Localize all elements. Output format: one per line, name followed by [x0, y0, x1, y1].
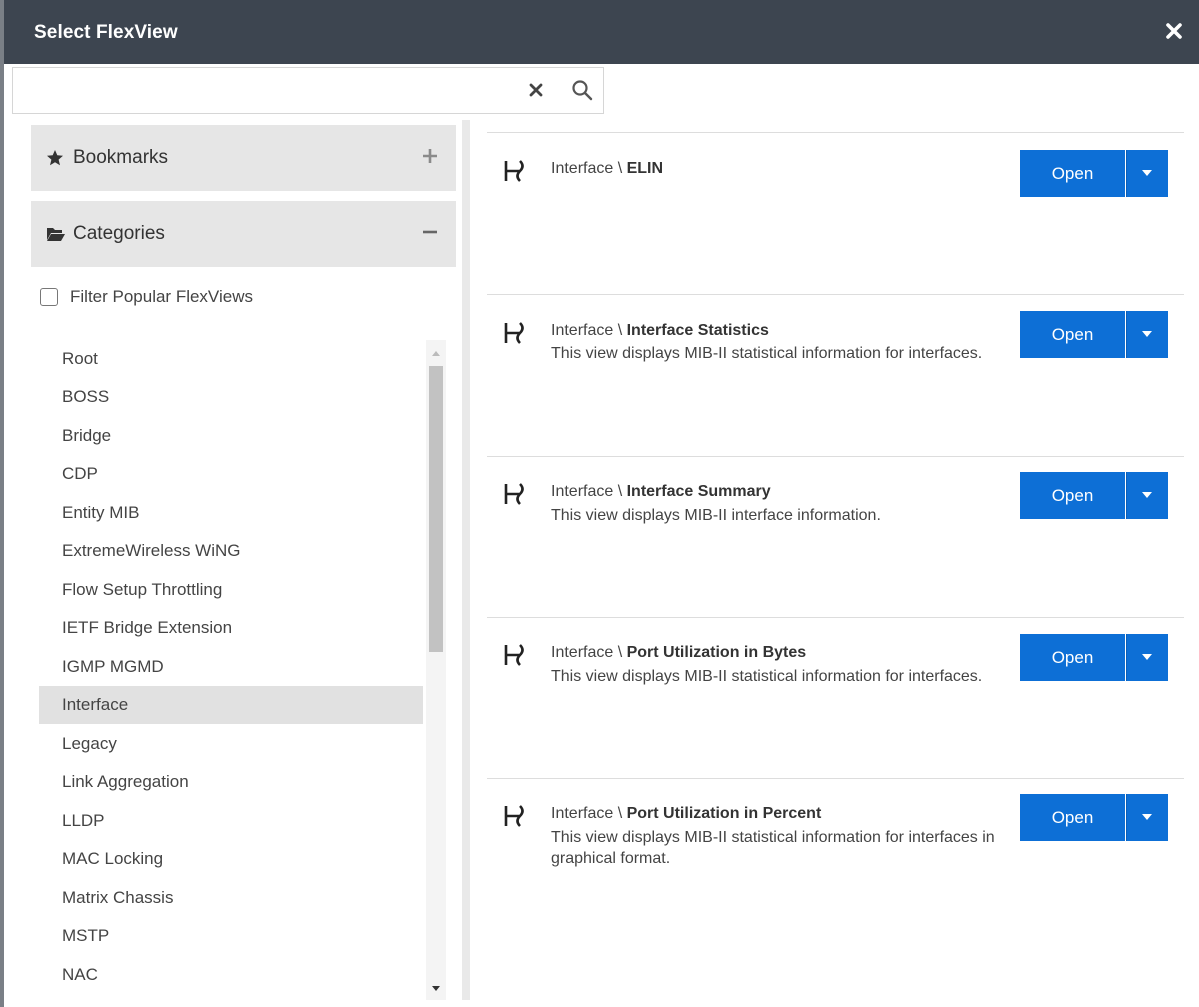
view-card: Interface \ Port Utilization in Percent …	[487, 778, 1184, 938]
category-item-root[interactable]: Root	[39, 340, 423, 378]
scroll-thumb[interactable]	[429, 366, 443, 652]
view-title: Interface \ Interface Summary	[551, 483, 771, 500]
folder-open-icon	[46, 225, 66, 243]
category-scrollbar[interactable]	[426, 340, 446, 1000]
view-description: This view displays MIB-II statistical in…	[551, 345, 983, 362]
category-item-lldp[interactable]: LLDP	[39, 802, 423, 840]
category-item-ietf-bridge-extension[interactable]: IETF Bridge Extension	[39, 609, 423, 647]
caret-down-icon[interactable]	[1126, 634, 1168, 681]
view-title: Interface \ Port Utilization in Percent	[551, 805, 822, 822]
view-description: This view displays MIB-II statistical in…	[551, 829, 995, 867]
close-icon[interactable]	[1163, 20, 1185, 42]
flexview-icon	[503, 642, 525, 668]
open-button-group: Open	[1020, 311, 1168, 358]
flexview-icon	[503, 481, 525, 507]
open-button-group: Open	[1020, 472, 1168, 519]
view-card: Interface \ Port Utilization in Bytes Th…	[487, 617, 1184, 777]
category-item-flow-setup-throttling[interactable]: Flow Setup Throttling	[39, 571, 423, 609]
view-description: This view displays MIB-II statistical in…	[551, 668, 983, 685]
caret-down-icon[interactable]	[1126, 150, 1168, 197]
open-button[interactable]: Open	[1020, 794, 1125, 841]
open-button[interactable]: Open	[1020, 472, 1125, 519]
view-card: Interface \ ELIN Open	[487, 132, 1184, 292]
category-item-matrix-chassis[interactable]: Matrix Chassis	[39, 879, 423, 917]
open-button-group: Open	[1020, 634, 1168, 681]
bookmarks-label: Bookmarks	[73, 147, 169, 168]
flexview-icon	[503, 158, 525, 184]
category-item-cdp[interactable]: CDP	[39, 455, 423, 493]
filter-popular-label[interactable]: Filter Popular FlexViews	[70, 287, 253, 307]
category-item-bridge[interactable]: Bridge	[39, 417, 423, 455]
flexview-icon	[503, 803, 525, 829]
category-item-entity-mib[interactable]: Entity MIB	[39, 494, 423, 532]
category-item-interface[interactable]: Interface	[39, 686, 423, 724]
flexview-icon	[503, 320, 525, 346]
view-card: Interface \ Interface Statistics This vi…	[487, 294, 1184, 454]
open-button-group: Open	[1020, 794, 1168, 841]
category-list: Root BOSS Bridge CDP Entity MIB ExtremeW…	[39, 340, 423, 1000]
clear-icon[interactable]	[526, 80, 546, 100]
dialog-title: Select FlexView	[34, 22, 178, 43]
search-input[interactable]	[17, 72, 507, 109]
view-title: Interface \ Port Utilization in Bytes	[551, 644, 807, 661]
open-button[interactable]: Open	[1020, 634, 1125, 681]
plus-icon[interactable]	[420, 146, 440, 166]
category-item-igmp-mgmd[interactable]: IGMP MGMD	[39, 648, 423, 686]
open-button[interactable]: Open	[1020, 311, 1125, 358]
select-flexview-dialog: Select FlexView Bookmarks Categories Fil…	[0, 0, 1199, 1007]
open-button-group: Open	[1020, 150, 1168, 197]
view-title: Interface \ Interface Statistics	[551, 322, 769, 339]
open-button[interactable]: Open	[1020, 150, 1125, 197]
category-item-link-aggregation[interactable]: Link Aggregation	[39, 763, 423, 801]
scroll-up-arrow-icon[interactable]	[426, 346, 446, 360]
view-card: Interface \ Interface Summary This view …	[487, 456, 1184, 616]
filter-popular-checkbox[interactable]	[40, 288, 58, 306]
category-item-legacy[interactable]: Legacy	[39, 725, 423, 763]
category-item-extremewireless-wing[interactable]: ExtremeWireless WiNG	[39, 532, 423, 570]
search-icon[interactable]	[571, 79, 593, 101]
view-title: Interface \ ELIN	[551, 160, 664, 177]
categories-label: Categories	[73, 223, 165, 244]
caret-down-icon[interactable]	[1126, 472, 1168, 519]
category-item-nac[interactable]: NAC	[39, 956, 423, 994]
caret-down-icon[interactable]	[1126, 794, 1168, 841]
bookmarks-header[interactable]: Bookmarks	[31, 125, 456, 191]
category-item-mac-locking[interactable]: MAC Locking	[39, 840, 423, 878]
search-bar	[12, 67, 604, 114]
title-bar: Select FlexView	[4, 0, 1199, 64]
panel-divider	[462, 120, 470, 1000]
category-item-mstp[interactable]: MSTP	[39, 917, 423, 955]
star-icon	[46, 149, 64, 167]
minus-icon[interactable]	[420, 222, 440, 242]
caret-down-icon[interactable]	[1126, 311, 1168, 358]
category-item-boss[interactable]: BOSS	[39, 378, 423, 416]
scroll-down-arrow-icon[interactable]	[426, 982, 446, 996]
categories-header[interactable]: Categories	[31, 201, 456, 267]
view-description: This view displays MIB-II interface info…	[551, 507, 881, 524]
